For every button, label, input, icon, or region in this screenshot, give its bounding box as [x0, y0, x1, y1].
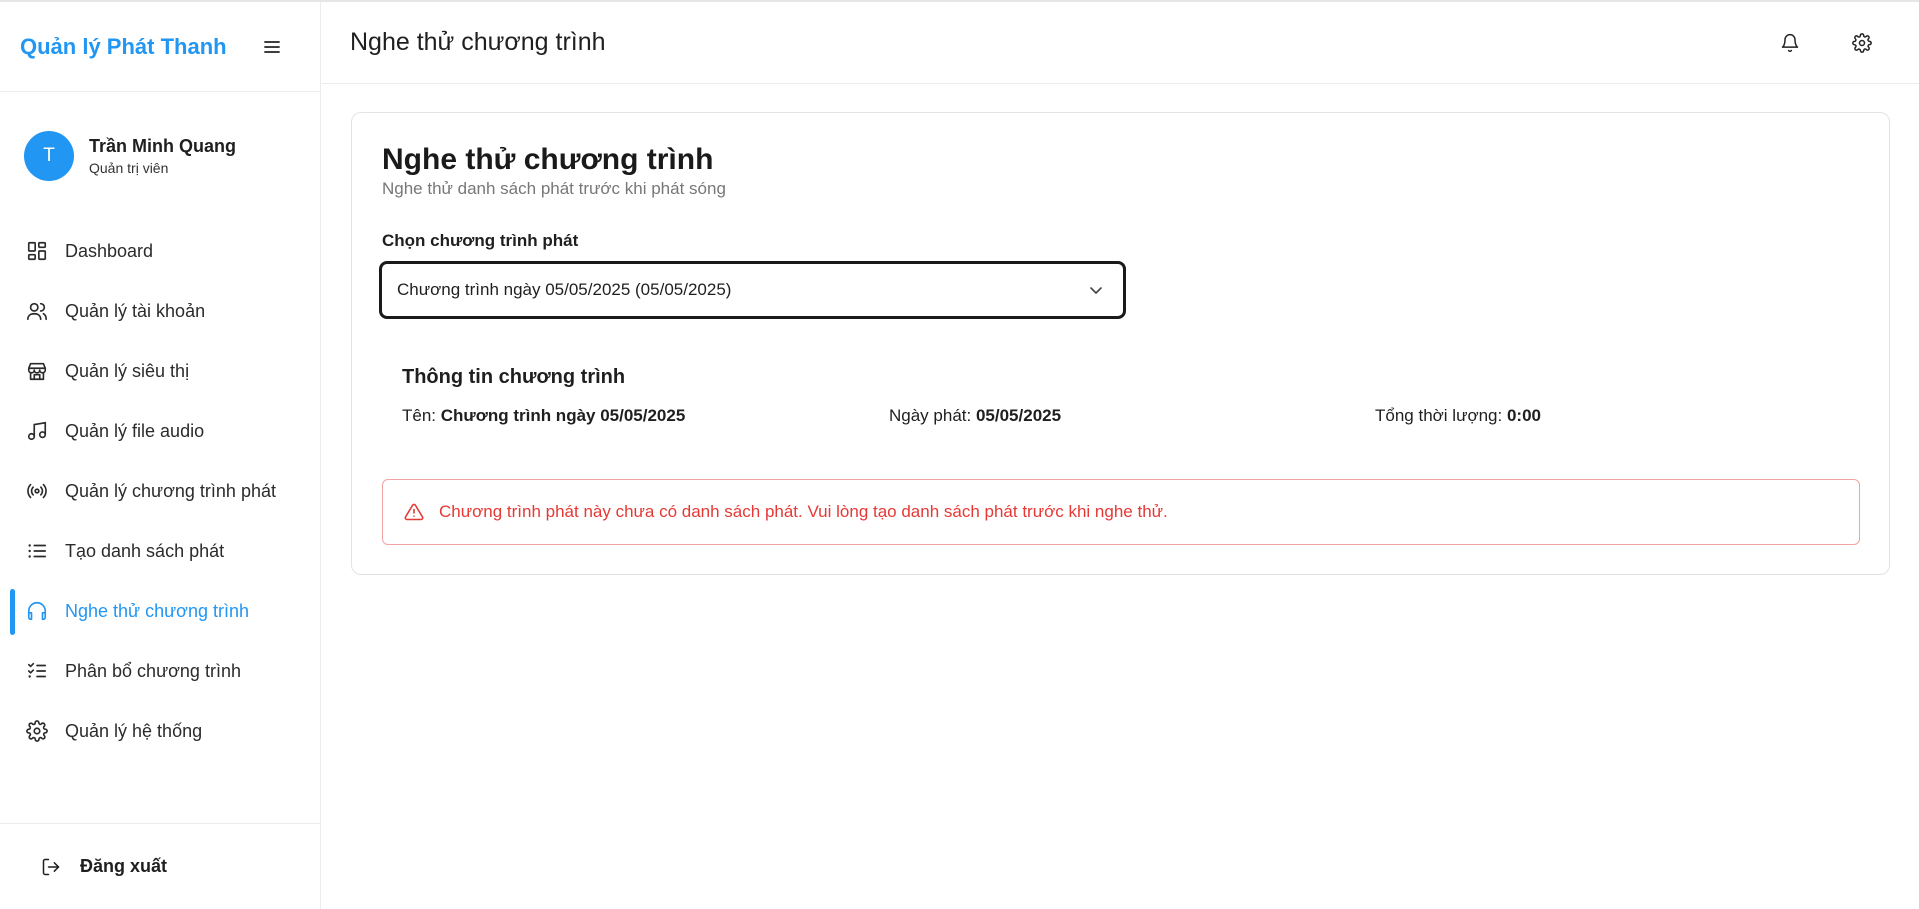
alert-message: Chương trình phát này chưa có danh sách … [439, 502, 1168, 521]
checklist-icon [25, 659, 49, 683]
settings-gear-icon[interactable] [1849, 30, 1875, 56]
warning-icon [403, 501, 425, 523]
empty-playlist-alert: Chương trình phát này chưa có danh sách … [382, 479, 1860, 545]
users-icon [25, 299, 49, 323]
sidebar-item-label: Tạo danh sách phát [65, 540, 225, 561]
program-date-info: Ngày phát: 05/05/2025 [889, 406, 1061, 426]
gear-icon [25, 719, 49, 743]
page-title: Nghe thử chương trình [350, 28, 606, 56]
program-date-label: Ngày phát: [889, 406, 972, 425]
app-brand[interactable]: Quản lý Phát Thanh [20, 34, 227, 60]
program-duration-label: Tổng thời lượng: [1375, 406, 1503, 425]
bell-icon[interactable] [1777, 30, 1803, 56]
sidebar-item-system[interactable]: Quản lý hệ thống [0, 701, 320, 761]
chevron-down-icon [1089, 280, 1103, 300]
header-actions [1777, 30, 1875, 56]
headphones-icon [25, 599, 49, 623]
sidebar-item-label: Quản lý siêu thị [65, 360, 190, 381]
program-date-value: 05/05/2025 [975, 406, 1062, 425]
sidebar-item-label: Quản lý file audio [65, 420, 205, 441]
sidebar-item-label: Quản lý chương trình phát [65, 480, 276, 501]
broadcast-icon [25, 479, 49, 503]
sidebar-item-label: Quản lý hệ thống [65, 720, 203, 741]
program-name-info: Tên: Chương trình ngày 05/05/2025 [402, 406, 685, 426]
store-icon [25, 359, 49, 383]
sidebar-item-supermarkets[interactable]: Quản lý siêu thị [0, 341, 320, 401]
music-note-icon [25, 419, 49, 443]
sidebar: Quản lý Phát Thanh T Trần Minh Quang Quả… [0, 2, 321, 909]
sidebar-item-audio-files[interactable]: Quản lý file audio [0, 401, 320, 461]
sidebar-item-dashboard[interactable]: Dashboard [0, 221, 320, 281]
card-subtitle: Nghe thử danh sách phát trước khi phát s… [382, 179, 726, 198]
top-header: Nghe thử chương trình [322, 2, 1919, 84]
brand-row: Quản lý Phát Thanh [0, 2, 320, 92]
user-profile: T Trần Minh Quang Quản trị viên [0, 104, 320, 207]
avatar: T [24, 130, 74, 181]
sidebar-item-programs[interactable]: Quản lý chương trình phát [0, 461, 320, 521]
sidebar-item-label: Nghe thử chương trình [65, 600, 249, 621]
dashboard-icon [25, 239, 49, 263]
user-role: Quản trị viên [89, 159, 169, 176]
menu-toggle-icon[interactable] [258, 33, 286, 61]
sidebar-item-accounts[interactable]: Quản lý tài khoản [0, 281, 320, 341]
logout-area: Đăng xuất [0, 823, 320, 909]
program-info-title: Thông tin chương trình [402, 366, 626, 388]
sidebar-item-label: Dashboard [65, 240, 154, 261]
program-name-label: Tên: [402, 406, 437, 425]
logout-button[interactable]: Đăng xuất [40, 856, 167, 878]
program-select-label: Chọn chương trình phát [382, 231, 579, 250]
sidebar-nav: Dashboard Quản lý tài khoản Quản lý siêu… [0, 221, 320, 761]
program-duration-value: 0:00 [1506, 406, 1541, 425]
card-title: Nghe thử chương trình [382, 143, 714, 176]
preview-card: Nghe thử chương trình Nghe thử danh sách… [351, 112, 1890, 575]
sidebar-item-label: Phân bổ chương trình [65, 660, 241, 681]
list-icon [25, 539, 49, 563]
sidebar-item-label: Quản lý tài khoản [65, 300, 206, 321]
program-select[interactable]: Chương trình ngày 05/05/2025 (05/05/2025… [379, 261, 1126, 319]
user-name: Trần Minh Quang [89, 135, 236, 156]
sidebar-item-allocate-program[interactable]: Phân bổ chương trình [0, 641, 320, 701]
logout-label: Đăng xuất [80, 856, 168, 876]
sidebar-item-preview-program[interactable]: Nghe thử chương trình [0, 581, 320, 641]
program-name-value: Chương trình ngày 05/05/2025 [440, 406, 686, 425]
program-duration-info: Tổng thời lượng: 0:00 [1375, 406, 1541, 426]
program-select-value: Chương trình ngày 05/05/2025 (05/05/2025… [397, 280, 732, 299]
logout-icon [40, 856, 62, 878]
sidebar-item-create-playlist[interactable]: Tạo danh sách phát [0, 521, 320, 581]
